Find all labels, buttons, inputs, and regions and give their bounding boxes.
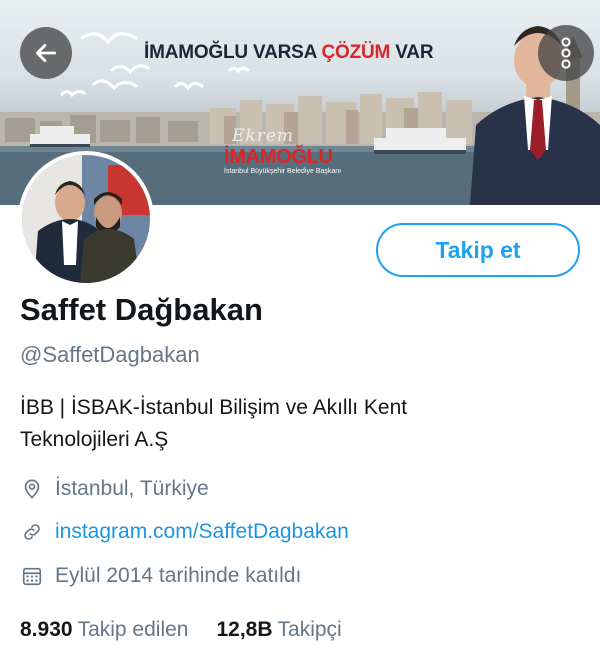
location-row: İstanbul, Türkiye xyxy=(20,477,209,501)
bio-line: İBB | İSBAK-İstanbul Bilişim ve Akıllı K… xyxy=(20,396,408,419)
website-link[interactable]: instagram.com/SaffetDagbakan xyxy=(55,520,349,544)
following-label: Takip edilen xyxy=(77,618,189,641)
joined-row: Eylül 2014 tarihinde katıldı xyxy=(20,564,301,588)
banner-brand-subtitle: İstanbul Büyükşehir Belediye Başkanı xyxy=(224,168,342,175)
banner-brand-name: İMAMOĞLU xyxy=(224,146,333,168)
back-button[interactable] xyxy=(20,27,72,79)
display-name: Saffet Dağbakan xyxy=(20,292,263,327)
follow-stats: 8.930 Takip edilen 12,8B Takipçi xyxy=(20,618,370,642)
location-pin-icon xyxy=(20,477,44,501)
bio-line: Teknolojileri A.Ş xyxy=(20,428,169,451)
follow-button[interactable]: Takip et xyxy=(376,223,580,277)
more-options-button[interactable] xyxy=(538,25,594,81)
following-stat[interactable]: 8.930 Takip edilen xyxy=(20,618,188,642)
link-icon xyxy=(20,520,44,544)
profile-bio: İBB | İSBAK-İstanbul Bilişim ve Akıllı K… xyxy=(20,392,580,456)
joined-text: Eylül 2014 tarihinde katıldı xyxy=(55,564,302,587)
website-row: instagram.com/SaffetDagbakan xyxy=(20,520,349,544)
more-vertical-icon xyxy=(561,37,571,69)
followers-stat[interactable]: 12,8B Takipçi xyxy=(216,618,341,642)
avatar-photo xyxy=(22,155,150,283)
location-text: İstanbul, Türkiye xyxy=(55,477,209,500)
banner-headline: İMAMOĞLU VARSA ÇÖZÜM VAR xyxy=(144,42,434,63)
following-count: 8.930 xyxy=(20,618,73,641)
user-handle: @SaffetDagbakan xyxy=(20,342,200,367)
banner-brand-script: Ekrem xyxy=(232,126,295,146)
followers-label: Takipçi xyxy=(277,618,342,641)
calendar-icon xyxy=(20,564,44,588)
followers-count: 12,8B xyxy=(216,618,273,641)
profile-avatar[interactable] xyxy=(18,151,154,287)
arrow-left-icon xyxy=(35,44,57,62)
avatar-image xyxy=(22,155,150,283)
